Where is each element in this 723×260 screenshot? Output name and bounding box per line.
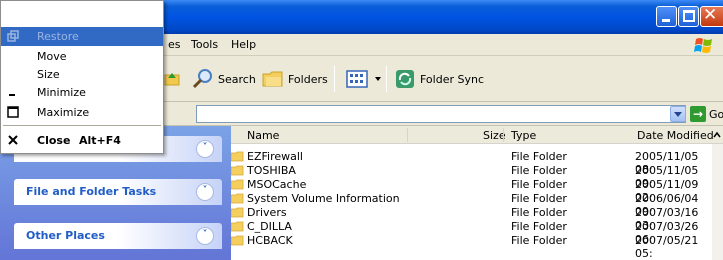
menu-item-label: Close xyxy=(37,134,71,147)
toolbar-separator xyxy=(334,66,335,92)
address-input[interactable] xyxy=(196,105,686,123)
menu-item-size[interactable]: Size xyxy=(1,65,163,84)
minimize-icon xyxy=(662,19,670,22)
search-button[interactable]: Search xyxy=(192,66,256,92)
folder-icon xyxy=(231,151,244,162)
search-label: Search xyxy=(218,72,256,86)
file-row[interactable]: EZFirewall File Folder 2005/11/05 08: xyxy=(231,150,711,176)
column-date-modified[interactable]: Date Modified xyxy=(637,129,714,142)
file-type: File Folder xyxy=(511,164,567,177)
file-row[interactable]: Drivers File Folder 2007/03/16 03: xyxy=(231,206,711,232)
menu-item-restore[interactable]: Restore xyxy=(1,27,163,46)
menu-item-label: Size xyxy=(37,68,60,81)
views-icon xyxy=(346,70,368,88)
maximize-icon xyxy=(7,106,19,118)
file-name: Drivers xyxy=(247,206,287,219)
task-section-other-places[interactable]: Other Places ˅ xyxy=(14,223,222,249)
chevron-up-icon[interactable]: ˅ xyxy=(196,140,214,158)
go-arrow-icon: → xyxy=(690,106,706,122)
up-folder-icon xyxy=(164,73,180,86)
folder-icon xyxy=(231,165,244,176)
address-dropdown-button[interactable] xyxy=(670,106,686,122)
folder-sync-button[interactable]: Folder Sync xyxy=(394,66,484,92)
file-type: File Folder xyxy=(511,192,567,205)
toolbar-separator xyxy=(386,66,387,92)
file-row[interactable]: TOSHIBA File Folder 2005/11/05 09: xyxy=(231,164,711,190)
folder-icon xyxy=(231,221,244,232)
file-row[interactable]: C_DILLA File Folder 2007/03/26 06: xyxy=(231,220,711,246)
file-type: File Folder xyxy=(511,178,567,191)
task-section-title: File and Folder Tasks xyxy=(26,185,157,198)
file-name: System Volume Information xyxy=(247,192,400,205)
column-name[interactable]: Name xyxy=(247,129,279,142)
minimize-button[interactable] xyxy=(656,6,677,27)
menu-item-label: Minimize xyxy=(37,86,86,99)
minimize-icon xyxy=(9,94,15,96)
folders-label: Folders xyxy=(288,72,328,86)
go-button[interactable]: → Go xyxy=(690,106,723,122)
folders-icon xyxy=(262,71,283,87)
views-button[interactable] xyxy=(346,66,386,92)
chevron-down-icon xyxy=(375,77,381,81)
folder-icon xyxy=(231,207,244,218)
windows-logo-icon xyxy=(694,38,712,53)
file-name: EZFirewall xyxy=(247,150,303,163)
file-type: File Folder xyxy=(511,220,567,233)
column-header: Name Size Type Date Modified xyxy=(231,126,723,144)
up-folder-button[interactable] xyxy=(164,66,184,92)
chevron-down-icon[interactable]: ˅ xyxy=(196,183,214,201)
file-date: 2007/05/21 05: xyxy=(635,234,699,260)
close-icon xyxy=(8,135,18,145)
menu-item-label: Restore xyxy=(37,30,79,43)
column-type[interactable]: Type xyxy=(511,129,536,142)
menu-item-close[interactable]: Close Alt+F4 xyxy=(1,131,163,150)
file-name: MSOCache xyxy=(247,178,307,191)
folder-icon xyxy=(231,193,244,204)
menu-item-accelerator: Alt+F4 xyxy=(79,134,121,147)
scroll-up-arrow-icon[interactable] xyxy=(713,131,721,139)
menu-tools[interactable]: Tools xyxy=(191,38,218,51)
file-name: TOSHIBA xyxy=(247,164,296,177)
menu-item-minimize[interactable]: Minimize xyxy=(1,83,163,102)
search-icon xyxy=(192,69,212,89)
maximize-button[interactable] xyxy=(678,6,699,27)
folder-sync-label: Folder Sync xyxy=(420,72,485,86)
file-name: HCBACK xyxy=(247,234,293,247)
file-row[interactable]: HCBACK File Folder 2007/05/21 05: xyxy=(231,234,711,260)
menu-separator xyxy=(3,125,161,126)
menu-item-label: Move xyxy=(37,50,67,63)
vertical-scrollbar[interactable] xyxy=(712,144,723,260)
file-type: File Folder xyxy=(511,150,567,163)
folder-sync-icon xyxy=(396,70,414,88)
file-row[interactable]: System Volume Information File Folder 20… xyxy=(231,192,711,218)
file-row[interactable]: MSOCache File Folder 2005/11/09 02: xyxy=(231,178,711,204)
menu-help[interactable]: Help xyxy=(231,38,256,51)
chevron-down-icon[interactable]: ˅ xyxy=(196,227,214,245)
file-name: C_DILLA xyxy=(247,220,292,233)
restore-icon xyxy=(7,30,19,42)
menu-item-move[interactable]: Move xyxy=(1,47,163,66)
menu-item-maximize[interactable]: Maximize xyxy=(1,103,163,122)
folders-button[interactable]: Folders xyxy=(262,66,328,92)
column-divider[interactable] xyxy=(407,128,408,142)
menu-item-label: Maximize xyxy=(37,106,90,119)
task-section-file-folder-tasks[interactable]: File and Folder Tasks ˅ xyxy=(14,179,222,205)
column-divider[interactable] xyxy=(503,128,504,142)
folder-icon xyxy=(231,235,244,246)
file-type: File Folder xyxy=(511,234,567,247)
task-section-title: Other Places xyxy=(26,229,105,242)
menu-favorites[interactable]: es xyxy=(168,38,181,51)
go-label: Go xyxy=(709,107,723,121)
system-menu: Restore Move Size Minimize Maximize Clos… xyxy=(0,0,164,154)
close-icon: ✕ xyxy=(703,5,718,25)
file-type: File Folder xyxy=(511,206,567,219)
maximize-icon xyxy=(683,10,695,22)
folder-icon xyxy=(231,179,244,190)
file-list: Name Size Type Date Modified EZFirewall … xyxy=(231,126,723,260)
close-button[interactable]: ✕ xyxy=(700,5,723,27)
